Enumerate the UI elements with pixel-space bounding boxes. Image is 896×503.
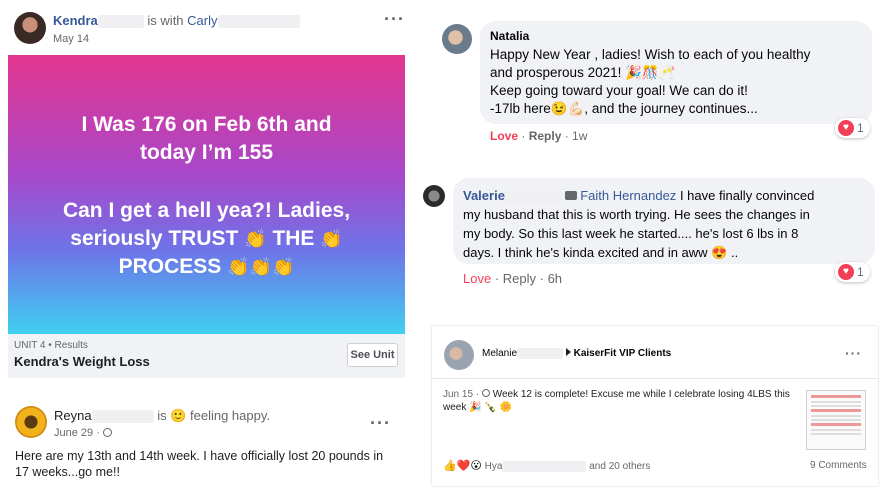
with-text: is with <box>147 13 184 28</box>
post-text: Week 12 is complete! Excuse me while I c… <box>492 389 790 400</box>
avatar[interactable] <box>444 340 474 370</box>
comment-age[interactable]: 6h <box>548 271 562 286</box>
reaction-icons: 👍❤️😮 <box>443 459 482 472</box>
separator: · <box>536 271 548 286</box>
avatar[interactable] <box>442 24 472 54</box>
card-line: PROCESS 👏👏👏 <box>8 253 405 281</box>
heart-icon: ♥ <box>838 120 854 136</box>
unit-title[interactable]: Kendra's Weight Loss <box>14 354 150 369</box>
post-meta: Jun 15 · Week 12 is complete! Excuse me … <box>443 389 790 400</box>
comment-line: days. I think he's kinda excited and in … <box>463 245 739 260</box>
comment-actions: Love · Reply · 1w <box>490 129 587 143</box>
comment-line: Keep going toward your goal! We can do i… <box>490 83 748 98</box>
avatar[interactable] <box>423 185 445 207</box>
feeling-status: is 🙂 feeling happy. <box>157 408 270 423</box>
card-text: THE <box>272 227 315 250</box>
redacted-name <box>517 348 564 359</box>
comment-line: my husband that this is worth trying. He… <box>463 207 810 222</box>
heart-icon: ♥ <box>838 264 854 280</box>
group-name[interactable]: KaiserFit VIP Clients <box>574 348 672 359</box>
clap-icon: 👏 <box>271 257 295 278</box>
post-header: Melanie KaiserFit VIP Clients <box>482 348 671 359</box>
comment-line: -17lb here😉💪🏻, and the journey continues… <box>490 101 758 116</box>
more-options-icon[interactable]: ··· <box>370 414 391 432</box>
post-kendra: Kendra is with Carly May 14 ··· I Was 17… <box>0 0 408 378</box>
gradient-card[interactable]: I Was 176 on Feb 6th and today I’m 155 C… <box>8 55 405 334</box>
comment-line: Happy New Year , ladies! Wish to each of… <box>490 47 811 62</box>
comment-age[interactable]: 1w <box>572 129 587 143</box>
card-line: Can I get a hell yea?! Ladies, <box>62 199 351 222</box>
clap-icon: 👏 <box>320 229 343 250</box>
post-date[interactable]: May 14 <box>53 33 89 45</box>
author-name[interactable]: Reyna <box>54 408 92 423</box>
redacted-name <box>91 410 154 424</box>
unit-footer: UNIT 4 • Results Kendra's Weight Loss Se… <box>8 334 405 378</box>
comment-line: my body. So this last week he started...… <box>463 226 799 241</box>
comment-actions: Love · Reply · 6h <box>463 271 562 286</box>
tagged-name[interactable]: Carly <box>187 13 217 28</box>
author-name[interactable]: Melanie <box>482 348 517 359</box>
separator: · <box>561 129 573 143</box>
comment-author[interactable]: Natalia <box>490 29 862 43</box>
reaction-count: 1 <box>857 265 864 279</box>
clap-icon: 👏 <box>244 229 267 250</box>
comment-bubble: Natalia Happy New Year , ladies! Wish to… <box>480 21 872 124</box>
card-line: I Was 176 on Feb 6th and <box>81 113 332 136</box>
post-date[interactable]: Jun 15 · <box>443 389 482 400</box>
separator: · <box>518 129 529 143</box>
clap-icon: 👏 <box>227 257 250 278</box>
post-text: week 🎉 🍾 🌼 <box>443 402 513 413</box>
post-reyna: Reyna is 🙂 feeling happy. June 29 · ··· … <box>0 396 408 503</box>
comment-reaction[interactable]: ♥ 1 <box>835 117 870 138</box>
card-line: today I’m 155 <box>139 141 274 164</box>
globe-icon <box>481 389 490 397</box>
reply-link[interactable]: Reply <box>529 129 562 143</box>
mention-icon <box>564 191 577 200</box>
post-date[interactable]: June 29 · <box>54 427 112 439</box>
post-header: Reyna is 🙂 feeling happy. <box>54 408 270 424</box>
reaction-count: 1 <box>857 121 864 135</box>
avatar[interactable] <box>15 406 47 438</box>
avatar[interactable] <box>14 12 46 44</box>
redacted-name <box>97 15 144 29</box>
post-header: Kendra is with Carly <box>53 13 300 29</box>
group-arrow-icon <box>565 348 571 357</box>
reactions-summary[interactable]: 👍❤️😮 Hya and 20 others <box>443 459 650 472</box>
more-options-icon[interactable]: ··· <box>845 346 862 360</box>
post-text: Here are my 13th and 14th week. I have o… <box>15 449 384 479</box>
separator: · <box>491 271 503 286</box>
card-line: seriously TRUST 👏 THE 👏 <box>8 225 405 253</box>
clap-icon: 👏 <box>249 257 272 278</box>
comment-valerie: Valerie Faith Hernandez I have finally c… <box>415 175 885 293</box>
comment-author[interactable]: Valerie <box>463 188 505 203</box>
post-thumbnail[interactable] <box>806 390 866 450</box>
globe-icon <box>102 428 112 437</box>
author-name[interactable]: Kendra <box>53 13 98 28</box>
more-options-icon[interactable]: ··· <box>384 10 405 28</box>
date-text: June 29 · <box>54 427 103 439</box>
reply-link[interactable]: Reply <box>503 271 536 286</box>
reactor-name: Hya <box>484 461 503 472</box>
comment-bubble: Valerie Faith Hernandez I have finally c… <box>453 178 875 264</box>
card-text: PROCESS <box>118 255 222 278</box>
post-melanie: Melanie KaiserFit VIP Clients ··· Jun 15… <box>432 326 878 486</box>
mention-link[interactable]: Faith Hernandez <box>580 188 676 203</box>
unit-meta: UNIT 4 • Results <box>14 340 88 351</box>
redacted-name <box>217 15 300 29</box>
see-unit-button[interactable]: See Unit <box>347 343 398 367</box>
divider <box>432 378 878 379</box>
comment-natalia: Natalia Happy New Year , ladies! Wish to… <box>430 18 880 148</box>
card-text: seriously TRUST <box>70 227 239 250</box>
love-link[interactable]: Love <box>463 271 491 286</box>
redacted-name <box>504 190 561 204</box>
comments-count[interactable]: 9 Comments <box>810 460 867 471</box>
comment-line: Valerie Faith Hernandez I have finally c… <box>463 186 865 205</box>
reactions-others: and 20 others <box>589 461 651 472</box>
comment-line: and prosperous 2021! 🎉🎊🥂 <box>490 65 676 80</box>
comment-reaction[interactable]: ♥ 1 <box>835 261 870 282</box>
redacted-name <box>502 460 587 472</box>
love-link[interactable]: Love <box>490 129 518 143</box>
comment-text: I have finally convinced <box>679 188 815 203</box>
